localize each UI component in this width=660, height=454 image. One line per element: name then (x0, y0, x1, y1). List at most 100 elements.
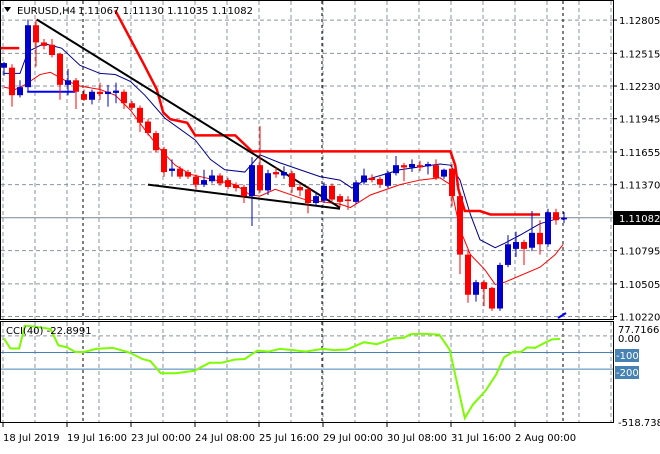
candle-body-bear (377, 178, 383, 185)
candle-body-bear (305, 189, 311, 204)
candle-body-bear (137, 107, 143, 123)
candle-body-bear (401, 165, 407, 168)
time-tick-label: 19 Jul 16:00 (67, 433, 127, 444)
price-tick-label: 1.12230 (619, 82, 660, 93)
cci-axis-zero: 0.00 (618, 334, 640, 345)
candle[interactable] (353, 180, 359, 205)
candle-body-bear (153, 133, 159, 151)
cci-axis-min: -518.738 (618, 418, 660, 429)
candle-body-bear (537, 232, 543, 245)
candle-body-bull (361, 175, 367, 183)
candle-body-bear (185, 172, 191, 177)
candle-body-bull (17, 87, 23, 96)
cci-level-200-label: -200 (616, 368, 639, 379)
price-tick-label: 1.10505 (619, 280, 660, 291)
candle-body-bear (521, 242, 527, 249)
candle-body-bear (233, 184, 239, 189)
candle-body-bull (65, 80, 71, 85)
candle[interactable] (153, 130, 159, 153)
candle-body-bull (209, 175, 215, 182)
price-tick-label: 1.11945 (619, 115, 660, 126)
candle[interactable] (145, 119, 151, 136)
candle-body-bear (369, 177, 375, 181)
candle-body-bull (393, 165, 399, 174)
candle-body-bull (497, 264, 503, 309)
candle-body-bear (81, 94, 87, 100)
candle-body-bull (1, 63, 7, 68)
candle-body-bull (313, 196, 319, 204)
candle-body-bear (449, 168, 455, 197)
candle-body-bear (345, 199, 351, 202)
time-tick-label: 30 Jul 08:00 (387, 433, 447, 444)
time-tick-label: 31 Jul 16:00 (451, 433, 511, 444)
candle-body-bull (113, 90, 119, 93)
candle-body-bear (97, 91, 103, 95)
candle-body-bear (217, 175, 223, 184)
candle-body-bull (545, 212, 551, 245)
candle-body-bull (353, 182, 359, 202)
price-tick-label: 1.12515 (619, 49, 660, 60)
candle-body-bull (425, 164, 431, 167)
candle-body-bear (433, 165, 439, 178)
candle-body-bear (241, 186, 247, 197)
candle[interactable] (489, 286, 495, 311)
candle-body-bear (481, 282, 487, 290)
candle-body-bear (33, 25, 39, 43)
price-tick-label: 1.10795 (619, 247, 660, 258)
candle-body-bear (465, 254, 471, 295)
current-price-label: 1.11082 (619, 214, 660, 225)
candle-body-bull (441, 169, 447, 177)
candle-body-bear (49, 44, 55, 56)
candle-body-bear (9, 67, 15, 96)
time-tick-label: 23 Jul 00:00 (131, 433, 191, 444)
candle-body-bull (529, 232, 535, 248)
candle-body-bear (337, 196, 343, 202)
cci-level-100-label: -100 (616, 351, 639, 362)
candle-body-bear (417, 165, 423, 168)
time-tick-label: 2 Aug 00:00 (515, 433, 576, 444)
candle-body-bear (257, 165, 263, 191)
candle[interactable] (385, 170, 391, 189)
candle-body-bear (41, 42, 47, 46)
time-tick-label: 25 Jul 16:00 (259, 433, 319, 444)
candle-body-bear (553, 212, 559, 221)
candle[interactable] (497, 262, 503, 311)
candle-body-bear (297, 186, 303, 191)
price-tick-label: 1.11370 (619, 181, 660, 192)
candle-body-bear (145, 121, 151, 134)
time-tick-label: 29 Jul 00:00 (323, 433, 383, 444)
candle-body-bull (505, 244, 511, 265)
candle-body-bull (249, 165, 255, 197)
candle-body-bull (201, 180, 207, 185)
candle-body-bear (73, 80, 79, 92)
candle-body-bear (193, 176, 199, 185)
candle[interactable] (465, 248, 471, 303)
candle-body-bull (281, 172, 287, 176)
candle-body-bull (561, 217, 567, 220)
candle-body-bear (161, 149, 167, 173)
ohlc-values: 1.11067 1.11130 1.11035 1.11082 (78, 6, 253, 17)
cci-label: CCI(40) -22.8991 (6, 326, 92, 337)
chart-window[interactable]: EURUSD,H4 1.11067 1.11130 1.11035 1.1108… (0, 0, 660, 450)
time-tick-label: 24 Jul 08:00 (195, 433, 255, 444)
candle-body-bear (457, 196, 463, 255)
candle-body-bear (129, 103, 135, 108)
candle-body-bear (57, 53, 63, 85)
candle-body-bull (473, 282, 479, 295)
candle[interactable] (545, 208, 551, 247)
candle-body-bear (177, 168, 183, 177)
time-tick-label: 18 Jul 2019 (3, 433, 60, 444)
candle-body-bull (265, 173, 271, 191)
symbol-label: EURUSD,H4 (17, 6, 76, 17)
candle-body-bear (329, 185, 335, 200)
candle-body-bull (105, 91, 111, 95)
candle-body-bull (169, 168, 175, 171)
price-tick-label: 1.11655 (619, 148, 660, 159)
candle-body-bear (489, 287, 495, 309)
candle[interactable] (25, 19, 31, 92)
candle-body-bear (121, 91, 127, 104)
candle-body-bull (89, 91, 95, 100)
candle-body-bear (289, 173, 295, 187)
price-tick-label: 1.10220 (619, 313, 660, 324)
price-tick-label: 1.12805 (619, 16, 660, 27)
